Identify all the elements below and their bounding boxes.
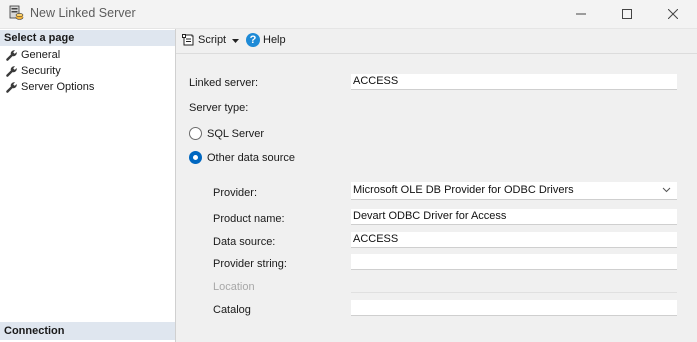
wrench-icon	[6, 65, 17, 77]
page-item-security[interactable]: Security	[5, 63, 61, 79]
window-title: New Linked Server	[30, 6, 136, 20]
wrench-icon	[6, 49, 17, 61]
other-data-source-radio-label: Other data source	[207, 151, 296, 164]
other-data-source-radio[interactable]: Other data source	[189, 151, 295, 164]
close-button[interactable]	[650, 0, 696, 28]
close-icon	[668, 9, 678, 19]
database-server-icon	[9, 5, 24, 20]
help-label: Help	[263, 34, 286, 46]
script-icon	[182, 34, 194, 46]
radio-unchecked-icon	[189, 127, 202, 140]
provider-string-input[interactable]	[351, 254, 677, 270]
catalog-label: Catalog	[213, 304, 251, 316]
script-label: Script	[198, 34, 227, 46]
provider-select[interactable]: Microsoft OLE DB Provider for ODBC Drive…	[351, 182, 677, 200]
page-selector-pane: Select a page General Security Server Op…	[0, 29, 176, 342]
location-label: Location	[213, 281, 255, 293]
page-item-label: Server Options	[21, 81, 95, 93]
linked-server-input[interactable]: ACCESS	[351, 74, 677, 90]
page-item-general[interactable]: General	[5, 47, 60, 63]
maximize-button[interactable]	[604, 0, 650, 28]
toolbar: Script ? Help	[176, 29, 697, 54]
maximize-icon	[622, 9, 632, 19]
sql-server-radio-label: SQL Server	[207, 127, 265, 140]
radio-checked-icon	[189, 151, 202, 164]
minimize-button[interactable]	[558, 0, 604, 28]
catalog-input[interactable]	[351, 300, 677, 316]
sql-server-radio[interactable]: SQL Server	[189, 127, 264, 140]
chevron-down-icon	[662, 187, 671, 193]
data-source-label: Data source:	[213, 236, 276, 248]
server-type-label: Server type:	[189, 102, 249, 114]
select-page-header: Select a page	[0, 30, 175, 46]
provider-string-label: Provider string:	[213, 258, 287, 270]
provider-selected-value: Microsoft OLE DB Provider for ODBC Drive…	[353, 184, 574, 196]
general-page-content: Script ? Help Linked server: ACCESS Serv…	[176, 29, 697, 342]
dropdown-arrow-icon	[232, 38, 240, 43]
data-source-input[interactable]: ACCESS	[351, 232, 677, 248]
product-name-input[interactable]: Devart ODBC Driver for Access	[351, 209, 677, 225]
product-name-label: Product name:	[213, 213, 285, 225]
connection-header: Connection	[0, 322, 175, 340]
title-bar: New Linked Server	[0, 0, 697, 29]
script-button[interactable]: Script	[181, 33, 240, 47]
page-item-label: General	[21, 49, 61, 61]
page-item-label: Security	[21, 65, 61, 77]
linked-server-label: Linked server:	[189, 77, 259, 89]
help-button[interactable]: ? Help	[246, 33, 286, 47]
page-item-server-options[interactable]: Server Options	[5, 79, 94, 95]
location-input	[351, 277, 677, 293]
wrench-icon	[6, 81, 17, 93]
minimize-icon	[576, 13, 586, 15]
help-icon: ?	[246, 33, 260, 47]
provider-label: Provider:	[213, 187, 258, 199]
